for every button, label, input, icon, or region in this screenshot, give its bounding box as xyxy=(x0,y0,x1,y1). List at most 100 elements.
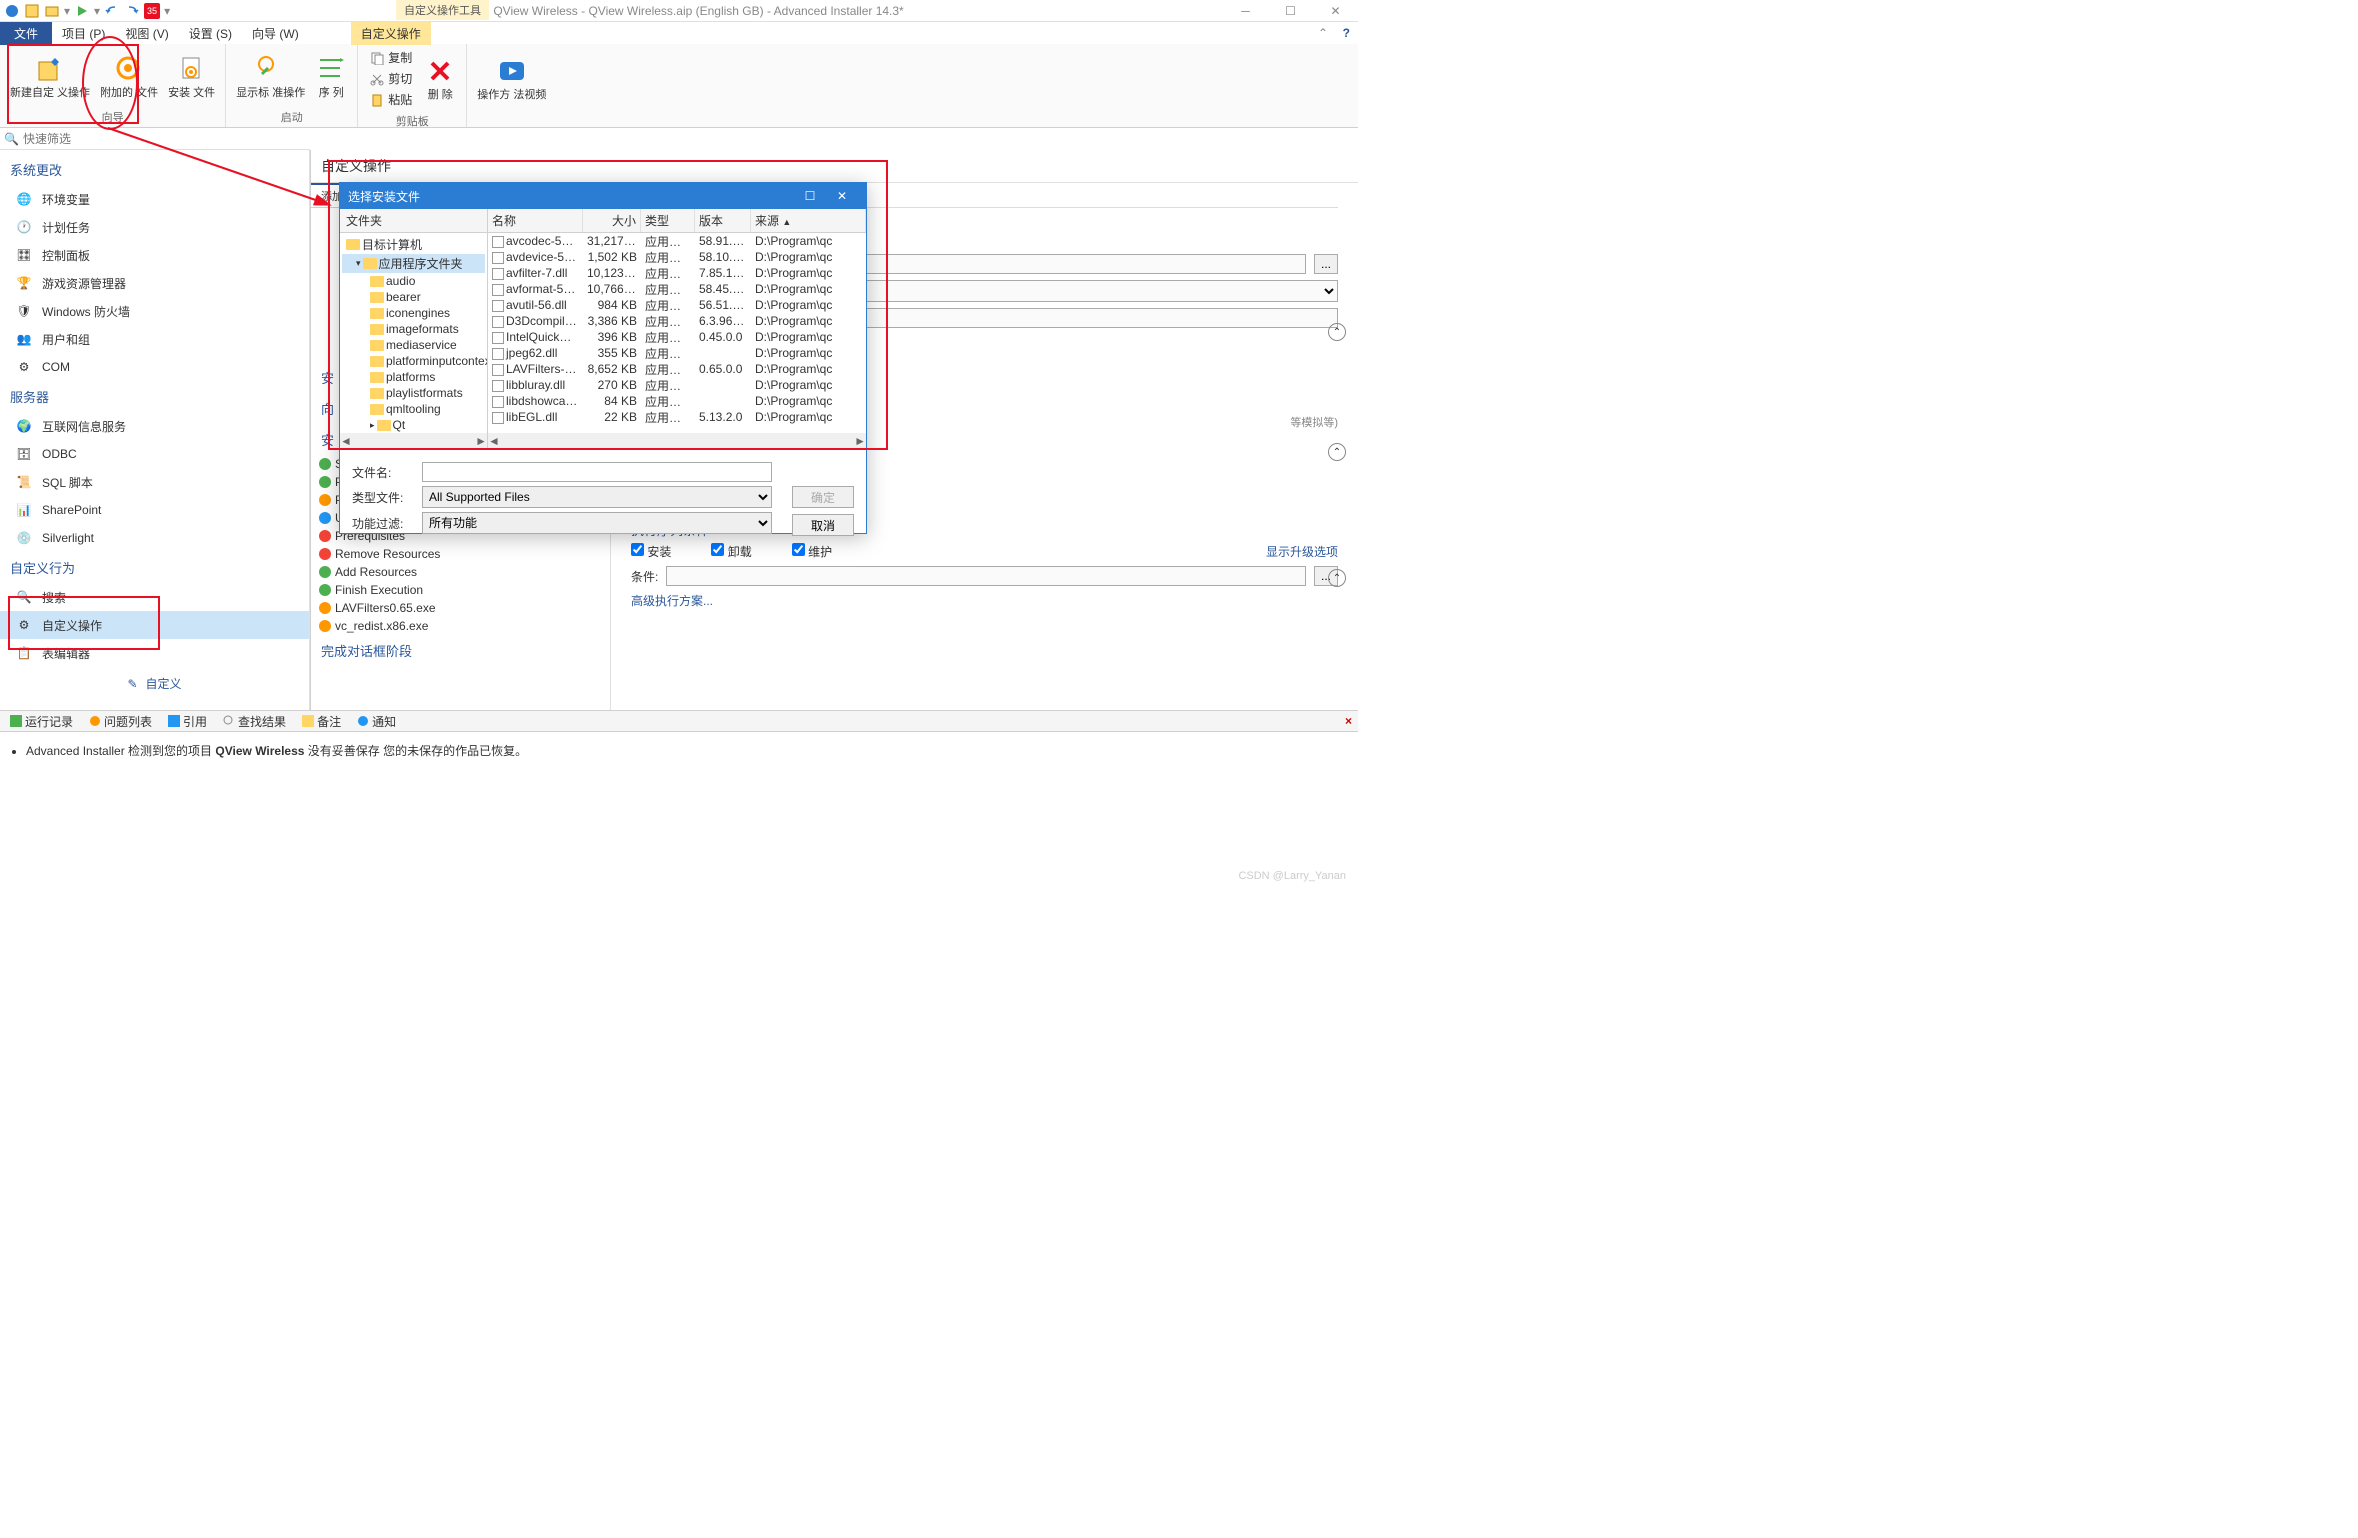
menu-file[interactable]: 文件 xyxy=(0,22,52,45)
file-row[interactable]: avformat-58...10,766 KB应用程序...58.45.10..… xyxy=(488,281,866,297)
menu-view[interactable]: 视图 (V) xyxy=(115,22,178,45)
collapse-ribbon-icon[interactable]: ⌃ xyxy=(1318,26,1328,40)
collapse-icon[interactable]: ⌃ xyxy=(1328,323,1346,341)
tree-item[interactable]: Add Resources xyxy=(315,563,606,581)
sidebar-item[interactable]: 🕐计划任务 xyxy=(0,213,309,241)
delete-button[interactable]: 删 除 xyxy=(420,46,460,111)
condition-field[interactable] xyxy=(666,566,1306,586)
attached-file-button[interactable]: 附加的 文件 xyxy=(96,46,162,107)
filetype-select[interactable]: All Supported Files xyxy=(422,486,772,508)
folder-tree-item[interactable]: ▸ Qt xyxy=(342,417,485,433)
sidebar-item[interactable]: 🔍搜索 xyxy=(0,583,309,611)
sequence-button[interactable]: 序 列 xyxy=(311,46,351,107)
btab-notes[interactable]: 备注 xyxy=(296,711,347,732)
collapse-icon-2[interactable]: ⌃ xyxy=(1328,443,1346,461)
tree-item[interactable]: Finish Execution xyxy=(315,581,606,599)
file-row[interactable]: avutil-56.dll984 KB应用程序...56.51.10...D:\… xyxy=(488,297,866,313)
file-row[interactable]: libEGL.dll22 KB应用程序...5.13.2.0D:\Program… xyxy=(488,409,866,425)
folder-tree-item[interactable]: ▾ 应用程序文件夹 xyxy=(342,254,485,273)
folder-tree-item[interactable]: qmltooling xyxy=(342,401,485,417)
dialog-titlebar[interactable]: 选择安装文件 ☐ ✕ xyxy=(340,183,866,209)
badge-icon[interactable]: 35 xyxy=(144,3,160,19)
app-icon xyxy=(4,3,20,19)
bullet-icon xyxy=(319,548,331,560)
file-row[interactable]: avdevice-58...1,502 KB应用程序...58.10.10...… xyxy=(488,249,866,265)
sidebar-item[interactable]: 📋表编辑器 xyxy=(0,639,309,667)
sidebar-item[interactable]: 🏆游戏资源管理器 xyxy=(0,269,309,297)
sidebar-item[interactable]: 💿Silverlight xyxy=(0,524,309,552)
sidebar-item[interactable]: 📊SharePoint xyxy=(0,496,309,524)
dialog-maximize-icon[interactable]: ☐ xyxy=(794,183,826,209)
new-custom-action-button[interactable]: 新建自定 义操作 xyxy=(6,46,94,107)
file-row[interactable]: libdshowcap...84 KB应用程序...D:\Program\qc xyxy=(488,393,866,409)
tree-item[interactable]: LAVFilters0.65.exe xyxy=(315,599,606,617)
undo-icon[interactable] xyxy=(104,3,120,19)
btab-notify[interactable]: 通知 xyxy=(351,711,402,732)
minimize-button[interactable]: ─ xyxy=(1223,0,1268,22)
close-button[interactable]: ✕ xyxy=(1313,0,1358,22)
sidebar-item[interactable]: ⚙COM xyxy=(0,353,309,381)
open-icon[interactable] xyxy=(44,3,60,19)
redo-icon[interactable] xyxy=(124,3,140,19)
folder-tree-item[interactable]: iconengines xyxy=(342,305,485,321)
list-hscroll[interactable]: ◄► xyxy=(488,433,866,449)
ok-button[interactable]: 确定 xyxy=(792,486,854,508)
dialog-close-icon[interactable]: ✕ xyxy=(826,183,858,209)
file-row[interactable]: IntelQuickSy...396 KB应用程序...0.45.0.0D:\P… xyxy=(488,329,866,345)
file-row[interactable]: libbluray.dll270 KB应用程序...D:\Program\qc xyxy=(488,377,866,393)
folder-tree-item[interactable]: mediaservice xyxy=(342,337,485,353)
btab-issues[interactable]: 问题列表 xyxy=(83,711,158,732)
folder-tree-item[interactable]: imageformats xyxy=(342,321,485,337)
file-row[interactable]: D3Dcompile...3,386 KB应用程序...6.3.9600...D… xyxy=(488,313,866,329)
btab-refs[interactable]: 引用 xyxy=(162,711,213,732)
menu-settings[interactable]: 设置 (S) xyxy=(179,22,242,45)
copy-button[interactable]: 复制 xyxy=(366,48,416,67)
menu-wizard[interactable]: 向导 (W) xyxy=(242,22,309,45)
filename-input[interactable] xyxy=(422,462,772,482)
folder-tree-item[interactable]: audio xyxy=(342,273,485,289)
browse-button[interactable]: ... xyxy=(1314,254,1338,274)
paste-button[interactable]: 粘贴 xyxy=(366,90,416,109)
sidebar-item[interactable]: 👥用户和组 xyxy=(0,325,309,353)
tree-item[interactable]: Remove Resources xyxy=(315,545,606,563)
tree-item[interactable]: vc_redist.x86.exe xyxy=(315,617,606,635)
sidebar-item[interactable]: 🛡Windows 防火墙 xyxy=(0,297,309,325)
btab-runlog[interactable]: 运行记录 xyxy=(4,711,79,732)
file-row[interactable]: avfilter-7.dll10,123 KB应用程序...7.85.100..… xyxy=(488,265,866,281)
show-advanced-link[interactable]: 显示升级选项 xyxy=(1266,543,1338,560)
bottom have-tabs: 运行记录 问题列表 引用 查找结果 备注 通知 × xyxy=(0,710,1358,732)
folder-tree-item[interactable]: platforminputcontexts xyxy=(342,353,485,369)
file-row[interactable]: jpeg62.dll355 KB应用程序...D:\Program\qc xyxy=(488,345,866,361)
sidebar-item[interactable]: 🗄ODBC xyxy=(0,440,309,468)
folder-tree-item[interactable]: bearer xyxy=(342,289,485,305)
advanced-exec-link[interactable]: 高级执行方案... xyxy=(631,592,1338,609)
folder-tree-item[interactable]: platforms xyxy=(342,369,485,385)
maximize-button[interactable]: ☐ xyxy=(1268,0,1313,22)
file-row[interactable]: LAVFilters-0...8,652 KB应用程序0.65.0.0D:\Pr… xyxy=(488,361,866,377)
cancel-button[interactable]: 取消 xyxy=(792,514,854,536)
folder-tree-item[interactable]: playlistformats xyxy=(342,385,485,401)
save-icon[interactable] xyxy=(24,3,40,19)
menu-custom-actions[interactable]: 自定义操作 xyxy=(351,22,431,45)
btab-find[interactable]: 查找结果 xyxy=(217,711,292,732)
run-icon[interactable] xyxy=(74,3,90,19)
video-button[interactable]: 操作方 法视频 xyxy=(473,46,550,111)
collapse-icon-3[interactable]: ⌃ xyxy=(1328,569,1346,587)
menu-project[interactable]: 项目 (P) xyxy=(52,22,115,45)
install-file-button[interactable]: 安装 文件 xyxy=(164,46,219,107)
sidebar-item[interactable]: 🌐环境变量 xyxy=(0,185,309,213)
tree-hscroll[interactable]: ◄► xyxy=(340,433,487,449)
sidebar-item[interactable]: 📜SQL 脚本 xyxy=(0,468,309,496)
sidebar-item[interactable]: ⚙自定义操作 xyxy=(0,611,309,639)
cut-button[interactable]: 剪切 xyxy=(366,69,416,88)
show-standard-button[interactable]: 显示标 准操作 xyxy=(232,46,309,107)
file-row[interactable]: avcodec-58....31,217 KB应用程序...58.91.10..… xyxy=(488,233,866,249)
help-icon[interactable]: ? xyxy=(1343,26,1350,40)
sidebar-item[interactable]: 🌍互联网信息服务 xyxy=(0,412,309,440)
sidebar-customize[interactable]: ✎自定义 xyxy=(0,667,309,700)
bottom-close-icon[interactable]: × xyxy=(1345,714,1352,728)
folder-tree-item[interactable]: 目标计算机 xyxy=(342,235,485,254)
quick-filter-input[interactable] xyxy=(23,132,306,146)
func-filter-select[interactable]: 所有功能 xyxy=(422,512,772,534)
sidebar-item[interactable]: 🎛控制面板 xyxy=(0,241,309,269)
